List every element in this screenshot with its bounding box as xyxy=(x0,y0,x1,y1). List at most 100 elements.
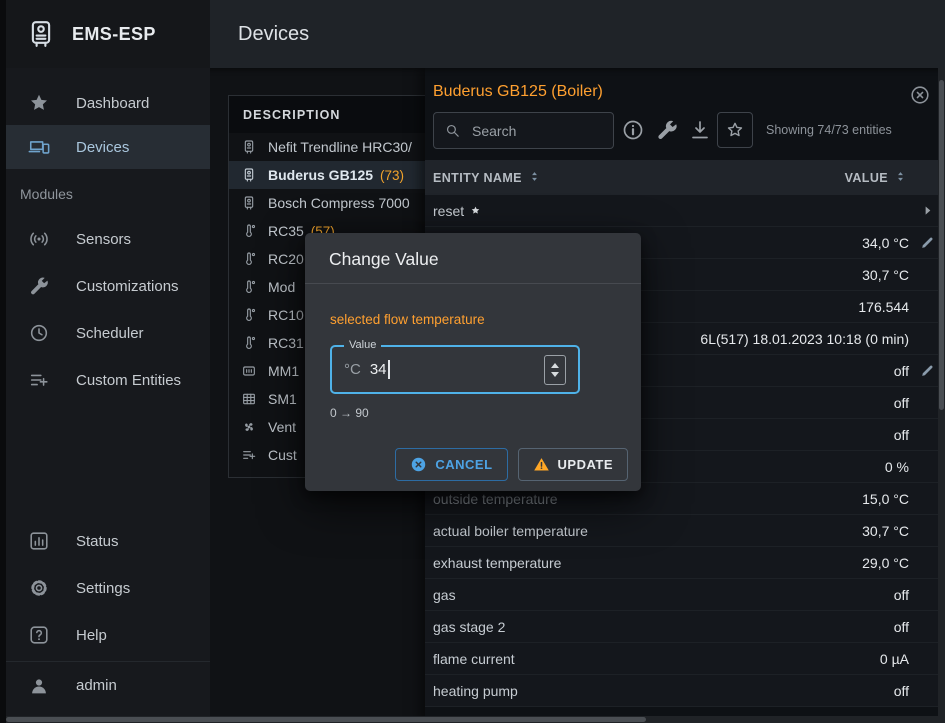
list-icon xyxy=(241,447,257,463)
entity-name: outside temperature xyxy=(433,491,558,507)
entity-name: gas stage 2 xyxy=(433,619,505,635)
module-icon xyxy=(241,363,257,379)
cancel-button-label: CANCEL xyxy=(435,457,492,472)
sidebar-item-status[interactable]: Status xyxy=(6,519,210,563)
entity-name: gas xyxy=(433,587,456,603)
person-icon xyxy=(28,675,50,697)
entity-value: off xyxy=(894,619,909,635)
favorite-star-icon xyxy=(470,205,481,216)
sidebar-item-label: Customizations xyxy=(76,278,179,295)
entity-row: heating pump off xyxy=(425,675,945,707)
devices-icon xyxy=(28,136,50,158)
showing-entities-text: Showing 74/73 entities xyxy=(766,123,892,137)
entity-name: heating pump xyxy=(433,683,518,699)
boiler-icon xyxy=(241,167,257,183)
info-icon[interactable] xyxy=(621,118,645,142)
column-value: VALUE xyxy=(845,171,888,185)
value-input[interactable]: Value °C 34 xyxy=(330,345,580,394)
value-stepper[interactable] xyxy=(544,355,566,385)
entity-name: flame current xyxy=(433,651,515,667)
horizontal-scrollbar-thumb[interactable] xyxy=(6,717,646,722)
sidebar-item-dashboard[interactable]: Dashboard xyxy=(6,81,210,125)
sidebar-item-label: admin xyxy=(76,677,117,694)
page-title: Devices xyxy=(238,0,309,68)
sidebar-item-sensors[interactable]: Sensors xyxy=(6,217,210,261)
device-name: SM1 xyxy=(268,391,297,407)
thermostat-icon xyxy=(241,279,257,295)
entity-name: reset xyxy=(433,203,481,219)
entity-value: off xyxy=(894,363,909,379)
entity-value: 0 µA xyxy=(880,651,909,667)
sort-icon[interactable] xyxy=(528,170,541,186)
horizontal-scrollbar[interactable] xyxy=(0,716,945,723)
search-box[interactable] xyxy=(433,112,614,149)
entity-value: 6L(517) 18.01.2023 10:18 (0 min) xyxy=(700,331,909,347)
help-icon xyxy=(28,624,50,646)
sidebar-item-help[interactable]: Help xyxy=(6,613,210,657)
gear-icon xyxy=(28,577,50,599)
star-outline-icon xyxy=(725,120,745,140)
entity-row: flame current 0 µA xyxy=(425,643,945,675)
download-icon[interactable] xyxy=(688,118,712,142)
sidebar-item-customizations[interactable]: Customizations xyxy=(6,264,210,308)
sidebar-item-label: Devices xyxy=(76,139,129,156)
sidebar-item-label: Scheduler xyxy=(76,325,144,342)
thermostat-icon xyxy=(241,223,257,239)
device-entity-count: (73) xyxy=(380,168,404,183)
entity-value: off xyxy=(894,587,909,603)
text-caret xyxy=(388,360,390,379)
fan-icon xyxy=(241,419,257,435)
window-edge xyxy=(0,0,6,723)
device-name: Cust xyxy=(268,447,297,463)
star-icon xyxy=(28,92,50,114)
device-name: Mod xyxy=(268,279,295,295)
sidebar-item-custom-entities[interactable]: Custom Entities xyxy=(6,358,210,402)
sidebar-item-label: Status xyxy=(76,533,119,550)
sidebar-item-settings[interactable]: Settings xyxy=(6,566,210,610)
search-input[interactable] xyxy=(470,122,599,140)
entity-value: off xyxy=(894,427,909,443)
update-button[interactable]: UPDATE xyxy=(518,448,628,481)
entity-value: 30,7 °C xyxy=(862,523,909,539)
entity-panel-title: Buderus GB125 (Boiler) xyxy=(433,83,603,101)
playlist-add-icon xyxy=(28,369,50,391)
step-down-icon[interactable] xyxy=(551,372,559,377)
dialog-entity-label: selected flow temperature xyxy=(330,312,485,327)
device-name: Bosch Compress 7000 xyxy=(268,195,410,211)
device-name: MM1 xyxy=(268,363,299,379)
device-name: RC31 xyxy=(268,335,304,351)
edit-value-icon[interactable] xyxy=(919,234,936,251)
entity-value: off xyxy=(894,683,909,699)
value-range-hint: 0 → 90 xyxy=(330,406,369,420)
step-up-icon[interactable] xyxy=(551,363,559,368)
thermostat-icon xyxy=(241,307,257,323)
entity-value: 15,0 °C xyxy=(862,491,909,507)
edit-value-icon[interactable] xyxy=(919,362,936,379)
logo-area: EMS-ESP xyxy=(6,0,210,68)
favorites-filter-button[interactable] xyxy=(717,112,753,148)
sidebar-item-scheduler[interactable]: Scheduler xyxy=(6,311,210,355)
vertical-scrollbar-thumb[interactable] xyxy=(939,80,944,410)
top-bar: EMS-ESP Devices xyxy=(0,0,945,68)
chevron-right-icon[interactable] xyxy=(920,203,935,218)
thermostat-icon xyxy=(241,251,257,267)
boiler-icon xyxy=(241,139,257,155)
solar-icon xyxy=(241,391,257,407)
entity-row: reset xyxy=(425,195,945,227)
ems-esp-logo-icon xyxy=(26,19,56,49)
close-icon[interactable] xyxy=(909,84,931,106)
sort-icon[interactable] xyxy=(894,170,907,186)
search-icon xyxy=(444,122,461,139)
cancel-button[interactable]: CANCEL xyxy=(395,448,507,481)
wrench-icon[interactable] xyxy=(655,118,679,142)
device-name: Buderus GB125 xyxy=(268,167,373,183)
sidebar-item-label: Custom Entities xyxy=(76,372,181,389)
sidebar-item-label: Dashboard xyxy=(76,95,149,112)
sidebar-item-devices[interactable]: Devices xyxy=(6,125,210,169)
update-button-label: UPDATE xyxy=(558,457,613,472)
sidebar-item-admin[interactable]: admin xyxy=(6,661,210,709)
change-value-dialog: Change Value selected flow temperature V… xyxy=(305,233,641,491)
entity-value: 29,0 °C xyxy=(862,555,909,571)
column-entity-name: ENTITY NAME xyxy=(433,171,522,185)
vertical-scrollbar[interactable] xyxy=(938,68,945,723)
